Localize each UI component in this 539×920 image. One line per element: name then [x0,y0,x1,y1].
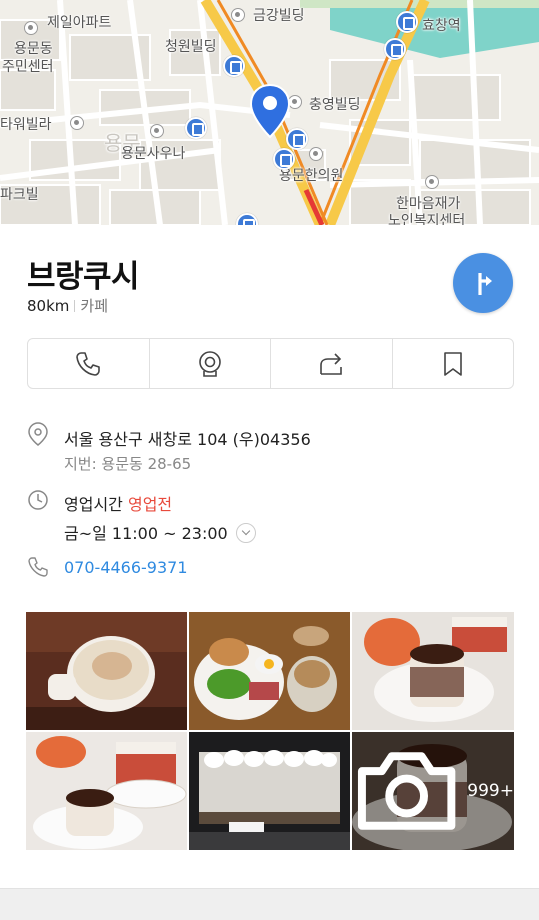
map-label-hyochang-station: 효창역 [422,18,461,34]
hours-status: 영업전 [127,495,173,514]
bus-stop-icon[interactable] [384,38,406,60]
map-view[interactable]: 제일아파트 용문동 주민센터 청원빌딩 금강빌딩 효창역 타워빌라 용문 용문사… [0,0,539,225]
action-bar [27,338,514,389]
map-label-hanmaeum-2: 노인복지센터 [388,213,466,225]
photo-thumbnail[interactable] [26,612,187,730]
photo-thumbnail[interactable] [26,732,187,850]
map-label-chungyoung-bldg: 충영빌딩 [309,97,361,113]
save-bookmark-button[interactable] [393,339,514,388]
bottom-bar [0,888,539,920]
camera-icon [357,752,456,830]
map-label-geumgang-bldg: 금강빌딩 [253,8,305,24]
hours-label: 영업시간 [64,495,123,514]
expand-hours-chevron-icon[interactable] [235,523,256,543]
directions-icon [478,273,492,295]
bus-stop-icon[interactable] [185,117,207,139]
map-poi-icon[interactable] [70,116,84,130]
place-distance: 80km [27,297,70,315]
phone-number-link[interactable]: 070-4466-9371 [64,558,188,577]
map-poi-icon[interactable] [150,124,164,138]
phone-icon [28,557,48,577]
share-icon [320,352,343,375]
map-poi-icon[interactable] [24,21,38,35]
subway-station-icon[interactable] [396,11,418,33]
more-photos-overlay[interactable]: 999+ [352,732,514,850]
map-label-jeil-apt: 제일아파트 [47,15,112,31]
map-poi-icon[interactable] [309,147,323,161]
clock-icon [28,490,48,510]
photo-thumbnail[interactable] [189,732,350,850]
map-label-yongmun-sauna: 용문사우나 [121,146,186,162]
bookmark-icon [443,351,462,376]
photo-thumbnail[interactable]: 999+ [352,732,514,850]
bus-stop-icon[interactable] [273,148,295,170]
place-category: 카페 [80,297,108,315]
roadview-button[interactable] [150,339,271,388]
hours-header: 영업시간 영업전 [64,491,172,515]
lot-address: 지번: 용문동 28-65 [64,455,192,473]
hours-schedule: 금~일 11:00 ~ 23:00 [64,524,228,543]
photo-thumbnail[interactable] [189,612,350,730]
map-label-community-center: 주민센터 [2,59,54,75]
directions-button[interactable] [453,253,513,313]
meta-divider [74,300,76,312]
place-name: 브랑쿠시 [27,259,140,295]
location-pin-icon[interactable] [249,83,291,139]
photo-grid: 999+ [26,612,514,850]
share-button[interactable] [271,339,393,388]
camera-lens-icon [198,350,221,377]
hours-schedule-row: 금~일 11:00 ~ 23:00 [64,520,256,544]
phone-icon [76,351,101,376]
more-photos-count: 999+ [467,781,514,801]
map-poi-icon[interactable] [425,175,439,189]
map-label-cheongwon-bldg: 청원빌딩 [165,39,217,55]
map-label-park-villa: 파크빌 [0,187,39,203]
call-button[interactable] [28,339,150,388]
location-marker-icon [28,422,48,446]
road-address[interactable]: 서울 용산구 새창로 104 (우)04356 [64,426,311,450]
place-meta: 80km 카페 [27,295,108,316]
bus-stop-icon[interactable] [223,55,245,77]
map-label-yongmun-dong: 용문동 [14,41,53,57]
map-poi-icon[interactable] [231,8,245,22]
map-label-tower-villa: 타워빌라 [0,117,52,133]
photo-thumbnail[interactable] [352,612,514,730]
